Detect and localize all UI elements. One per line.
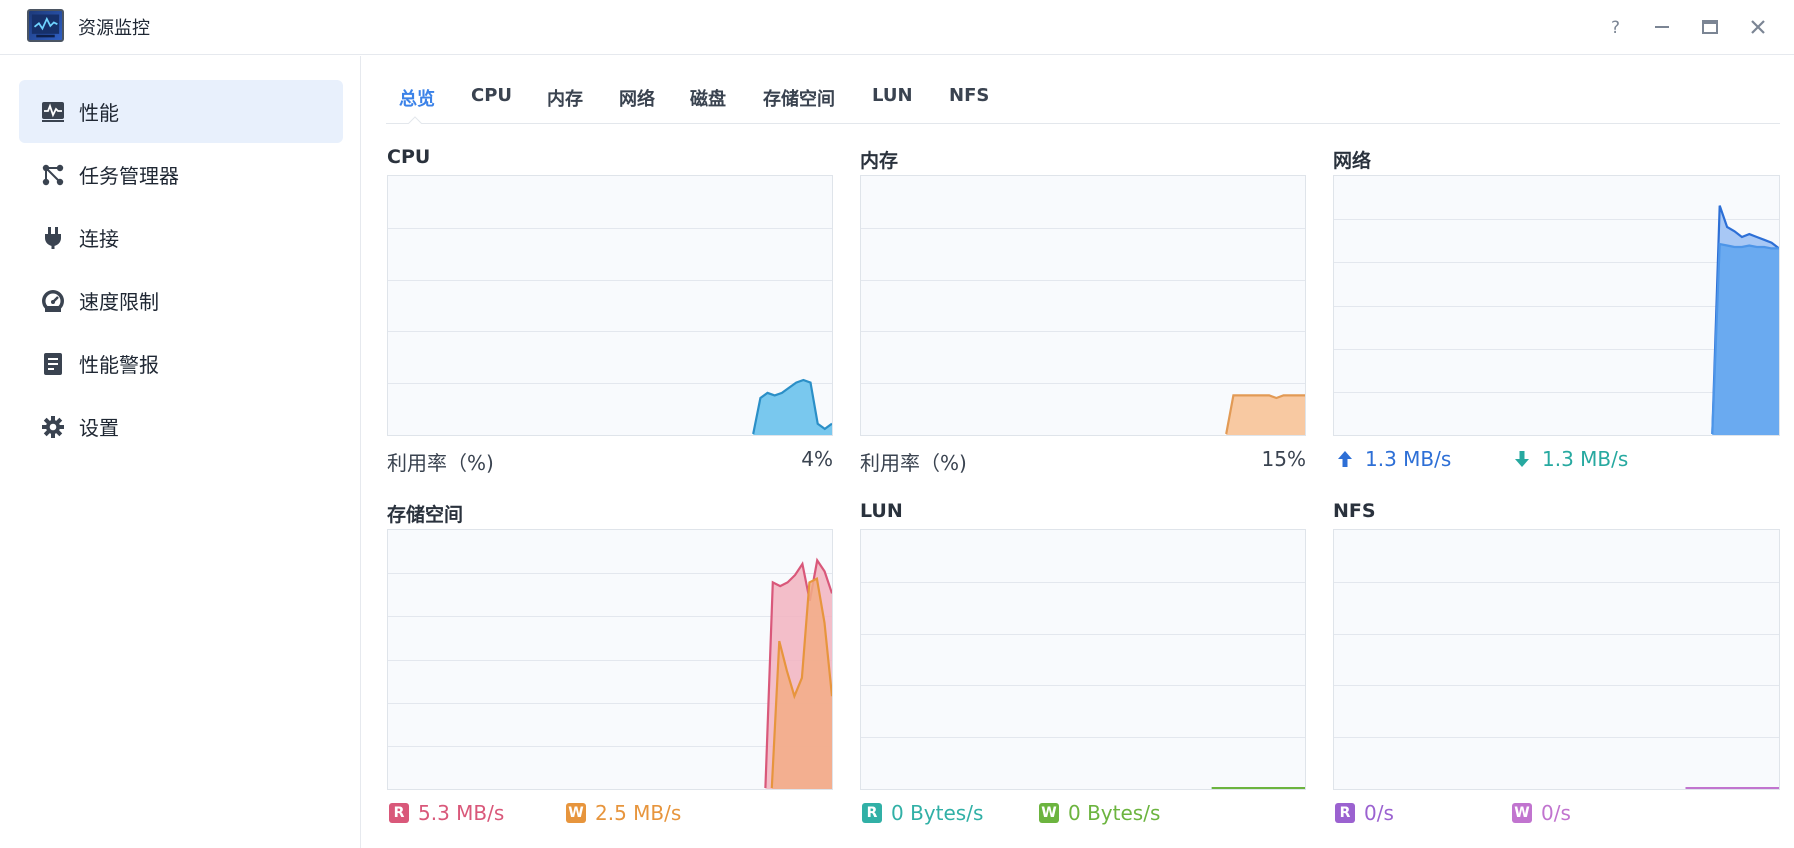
write-badge: W [1039,803,1059,823]
nfs-read-value: 0/s [1364,801,1394,825]
gear-icon [41,415,65,439]
lun-read-stat: R 0 Bytes/s [862,801,983,825]
tab-nfs[interactable]: NFS [949,85,989,106]
window-title: 资源监控 [78,18,150,39]
volume-write-stat: W 2.5 MB/s [566,801,681,825]
nfs-panel-title: NFS [1333,500,1376,522]
sidebar-item-label: 设置 [79,416,119,440]
volume-write-value: 2.5 MB/s [595,801,682,825]
sidebar-item-label: 性能警报 [79,353,159,377]
download-arrow-icon [1514,450,1530,468]
sidebar-item-connections[interactable]: 连接 [19,206,343,269]
minimize-icon [1655,26,1669,28]
cpu-panel-title: CPU [387,146,431,168]
nfs-read-stat: R 0/s [1335,801,1394,825]
cpu-value: 4% [801,447,833,471]
memory-value: 15% [1261,447,1306,471]
help-button[interactable]: ? [1601,12,1631,42]
title-bar: 资源监控 ? [0,0,1794,55]
performance-icon [41,100,65,124]
read-badge: R [862,803,882,823]
sidebar: 性能 任务管理器 连接 速度限制 性能警报 设置 [0,56,361,848]
write-badge: W [1512,803,1532,823]
network-download-stat: 1.3 MB/s [1514,447,1628,471]
sidebar-item-settings[interactable]: 设置 [19,395,343,458]
lun-write-stat: W 0 Bytes/s [1039,801,1160,825]
network-panel-title: 网络 [1333,150,1372,172]
memory-metric-label: 利用率（%) [860,451,967,475]
read-badge: R [389,803,409,823]
minimize-button[interactable] [1647,12,1677,42]
lun-chart [860,529,1306,790]
cpu-metric-label: 利用率（%) [387,451,494,475]
cpu-chart [387,175,833,436]
close-icon [1751,20,1765,34]
sidebar-item-label: 连接 [79,227,119,251]
read-badge: R [1335,803,1355,823]
lun-write-value: 0 Bytes/s [1068,801,1161,825]
maximize-button[interactable] [1695,12,1725,42]
sidebar-item-label: 性能 [79,101,119,125]
active-tab-caret [408,116,422,124]
nfs-chart [1333,529,1780,790]
series-download-area [1712,244,1779,435]
tab-bar: 总览 CPU 内存 网络 磁盘 存储空间 LUN NFS [386,76,1780,124]
task-manager-icon [41,163,65,187]
volume-read-stat: R 5.3 MB/s [389,801,504,825]
tab-disk[interactable]: 磁盘 [690,85,726,111]
upload-arrow-icon [1337,450,1353,468]
svg-text:?: ? [1611,18,1620,36]
tab-volume[interactable]: 存储空间 [763,85,835,111]
help-icon: ? [1611,18,1620,36]
volume-panel-title: 存储空间 [387,504,464,526]
sidebar-item-performance[interactable]: 性能 [19,80,343,143]
resource-monitor-app-icon [27,9,64,42]
nfs-write-value: 0/s [1541,801,1571,825]
lun-read-value: 0 Bytes/s [891,801,984,825]
network-upload-value: 1.3 MB/s [1365,447,1452,471]
tab-cpu[interactable]: CPU [471,85,512,106]
write-badge: W [566,803,586,823]
network-upload-stat: 1.3 MB/s [1337,447,1451,471]
series-area-area [1226,395,1305,435]
maximize-icon [1702,20,1718,34]
plug-icon [41,226,65,250]
sidebar-item-performance-alerts[interactable]: 性能警报 [19,332,343,395]
network-chart [1333,175,1780,436]
tab-network[interactable]: 网络 [619,85,655,111]
alert-document-icon [41,352,65,376]
sidebar-item-task-manager[interactable]: 任务管理器 [19,143,343,206]
sidebar-item-label: 任务管理器 [79,164,179,188]
nfs-write-stat: W 0/s [1512,801,1571,825]
tab-lun[interactable]: LUN [872,85,913,106]
close-button[interactable] [1743,12,1773,42]
speedometer-icon [41,289,65,313]
tab-memory[interactable]: 内存 [547,85,583,111]
network-download-value: 1.3 MB/s [1542,447,1629,471]
memory-chart [860,175,1306,436]
sidebar-item-label: 速度限制 [79,290,159,314]
sidebar-item-speed-limit[interactable]: 速度限制 [19,269,343,332]
volume-chart [387,529,833,790]
memory-panel-title: 内存 [860,150,899,172]
lun-panel-title: LUN [860,500,903,522]
tab-overview[interactable]: 总览 [399,85,435,111]
volume-read-value: 5.3 MB/s [418,801,505,825]
